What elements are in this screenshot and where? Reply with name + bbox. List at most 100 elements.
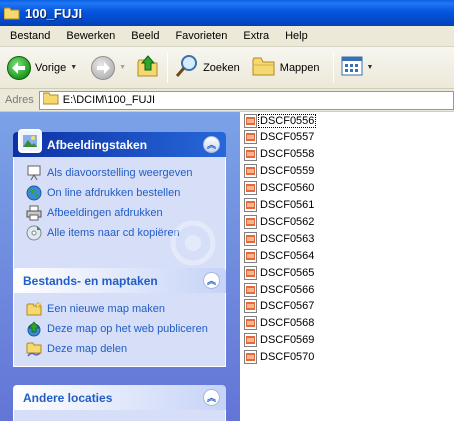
up-folder-icon bbox=[136, 54, 160, 81]
file-name: DSCF0559 bbox=[260, 165, 315, 178]
address-input[interactable]: E:\DCIM\100_FUJI bbox=[38, 90, 454, 110]
other-places-header[interactable]: Andere locaties ︽ bbox=[13, 385, 226, 410]
image-file-icon bbox=[244, 164, 257, 179]
file-item[interactable]: DSCF0557 bbox=[244, 129, 315, 146]
file-tasks-header[interactable]: Bestands- en maptaken ︽ bbox=[13, 268, 226, 293]
toolbar-separator bbox=[167, 52, 169, 83]
file-item[interactable]: DSCF0561 bbox=[244, 197, 315, 214]
views-dropdown-icon[interactable]: ▼ bbox=[367, 64, 374, 71]
file-item[interactable]: DSCF0569 bbox=[244, 332, 315, 349]
image-file-icon bbox=[244, 214, 257, 229]
file-item[interactable]: DSCF0565 bbox=[244, 264, 315, 281]
task-publish-web[interactable]: Deze map op het web publiceren bbox=[26, 319, 217, 339]
new-folder-icon bbox=[26, 301, 42, 317]
file-item[interactable]: DSCF0559 bbox=[244, 163, 315, 180]
forward-dropdown-icon[interactable]: ▼ bbox=[119, 64, 126, 71]
collapse-chevron-icon[interactable]: ︽ bbox=[203, 136, 220, 153]
image-file-icon bbox=[244, 299, 257, 314]
image-file-icon bbox=[244, 147, 257, 162]
file-item[interactable]: DSCF0558 bbox=[244, 146, 315, 163]
collapse-chevron-icon[interactable]: ︽ bbox=[203, 272, 220, 289]
file-name: DSCF0560 bbox=[260, 182, 315, 195]
file-item[interactable]: DSCF0570 bbox=[244, 349, 315, 366]
search-label: Zoeken bbox=[203, 61, 240, 74]
file-name: DSCF0562 bbox=[260, 215, 315, 228]
picture-tasks-header[interactable]: Afbeeldingstaken ︽ bbox=[13, 129, 226, 157]
image-file-icon bbox=[244, 231, 257, 246]
file-tasks-title: Bestands- en maptaken bbox=[23, 273, 158, 288]
task-label: Een nieuwe map maken bbox=[47, 303, 166, 315]
folders-button[interactable]: Mappen bbox=[249, 51, 323, 85]
task-label: On line afdrukken bestellen bbox=[47, 187, 181, 199]
toolbar: Vorige ▼ ▼ Zoeken Mappen ▼ bbox=[0, 47, 454, 89]
file-name: DSCF0557 bbox=[260, 131, 315, 144]
file-name: DSCF0564 bbox=[260, 249, 315, 262]
share-folder-icon bbox=[26, 341, 42, 357]
file-item[interactable]: DSCF0568 bbox=[244, 315, 315, 332]
task-slideshow[interactable]: Als diavoorstelling weergeven bbox=[26, 163, 217, 183]
file-item[interactable]: DSCF0556 bbox=[244, 112, 317, 129]
menu-extra[interactable]: Extra bbox=[235, 30, 277, 42]
menu-favorieten[interactable]: Favorieten bbox=[167, 30, 235, 42]
collapse-chevron-icon[interactable]: ︽ bbox=[203, 389, 220, 406]
task-label: Alle items naar cd kopiëren bbox=[47, 227, 180, 239]
file-item[interactable]: DSCF0564 bbox=[244, 247, 315, 264]
file-item[interactable]: DSCF0562 bbox=[244, 213, 315, 230]
picture-tasks-panel: Afbeeldingstaken ︽ Als diavoorstelling w… bbox=[13, 129, 226, 274]
task-label: Deze map delen bbox=[47, 343, 128, 355]
menu-beeld[interactable]: Beeld bbox=[123, 30, 167, 42]
file-name: DSCF0563 bbox=[260, 232, 315, 245]
picture-tasks-icon bbox=[17, 128, 43, 157]
menu-bewerken[interactable]: Bewerken bbox=[58, 30, 123, 42]
task-share-folder[interactable]: Deze map delen bbox=[26, 339, 217, 359]
back-button[interactable]: Vorige ▼ bbox=[4, 51, 80, 85]
image-file-icon bbox=[244, 265, 257, 280]
other-places-body bbox=[13, 410, 226, 421]
cd-icon bbox=[26, 225, 42, 241]
image-file-icon bbox=[244, 316, 257, 331]
search-button[interactable]: Zoeken bbox=[172, 51, 243, 85]
image-file-icon bbox=[244, 198, 257, 212]
file-tasks-panel: Bestands- en maptaken ︽ Een nieuwe map m… bbox=[13, 268, 226, 367]
file-item[interactable]: DSCF0563 bbox=[244, 230, 315, 247]
file-name: DSCF0565 bbox=[260, 266, 315, 279]
task-order-prints[interactable]: On line afdrukken bestellen bbox=[26, 183, 217, 203]
forward-arrow-icon bbox=[91, 55, 116, 80]
publish-web-icon bbox=[26, 321, 42, 337]
file-list: DSCF0556 DSCF0557 DSCF0558 DSCF0559 DSCF0560… bbox=[241, 112, 454, 421]
file-name: DSCF0556 bbox=[257, 113, 317, 128]
address-bar: Adres E:\DCIM\100_FUJI bbox=[0, 89, 454, 112]
title-bar[interactable]: 100_FUJI bbox=[0, 0, 454, 26]
file-item[interactable]: DSCF0566 bbox=[244, 281, 315, 298]
other-places-title: Andere locaties bbox=[23, 390, 113, 405]
file-item[interactable]: DSCF0560 bbox=[244, 180, 315, 197]
printer-icon bbox=[26, 205, 42, 221]
file-name: DSCF0569 bbox=[260, 334, 315, 347]
file-name: DSCF0561 bbox=[260, 199, 315, 211]
picture-tasks-body: Als diavoorstelling weergeven On line af… bbox=[13, 157, 226, 274]
folder-icon bbox=[3, 7, 20, 20]
menu-help[interactable]: Help bbox=[277, 30, 316, 42]
views-button[interactable]: ▼ bbox=[338, 51, 377, 85]
address-value: E:\DCIM\100_FUJI bbox=[62, 94, 156, 106]
file-name: DSCF0558 bbox=[260, 148, 315, 161]
image-file-icon bbox=[244, 282, 257, 297]
forward-button[interactable]: ▼ bbox=[88, 51, 129, 85]
task-label: Deze map op het web publiceren bbox=[47, 323, 208, 335]
image-file-icon bbox=[244, 181, 257, 196]
up-folder-button[interactable] bbox=[133, 51, 163, 85]
watermark-icon bbox=[170, 220, 216, 266]
views-icon bbox=[341, 56, 363, 79]
window-title: 100_FUJI bbox=[25, 5, 83, 21]
file-item[interactable]: DSCF0567 bbox=[244, 298, 315, 315]
search-icon bbox=[175, 54, 199, 81]
file-name: DSCF0567 bbox=[260, 300, 315, 313]
task-pane: Afbeeldingstaken ︽ Als diavoorstelling w… bbox=[0, 112, 240, 421]
task-label: Als diavoorstelling weergeven bbox=[47, 167, 193, 179]
task-new-folder[interactable]: Een nieuwe map maken bbox=[26, 299, 217, 319]
back-dropdown-icon[interactable]: ▼ bbox=[70, 64, 77, 71]
image-file-icon bbox=[244, 248, 257, 263]
folders-label: Mappen bbox=[279, 61, 320, 74]
menu-bestand[interactable]: Bestand bbox=[2, 30, 58, 42]
image-file-icon bbox=[244, 333, 257, 348]
